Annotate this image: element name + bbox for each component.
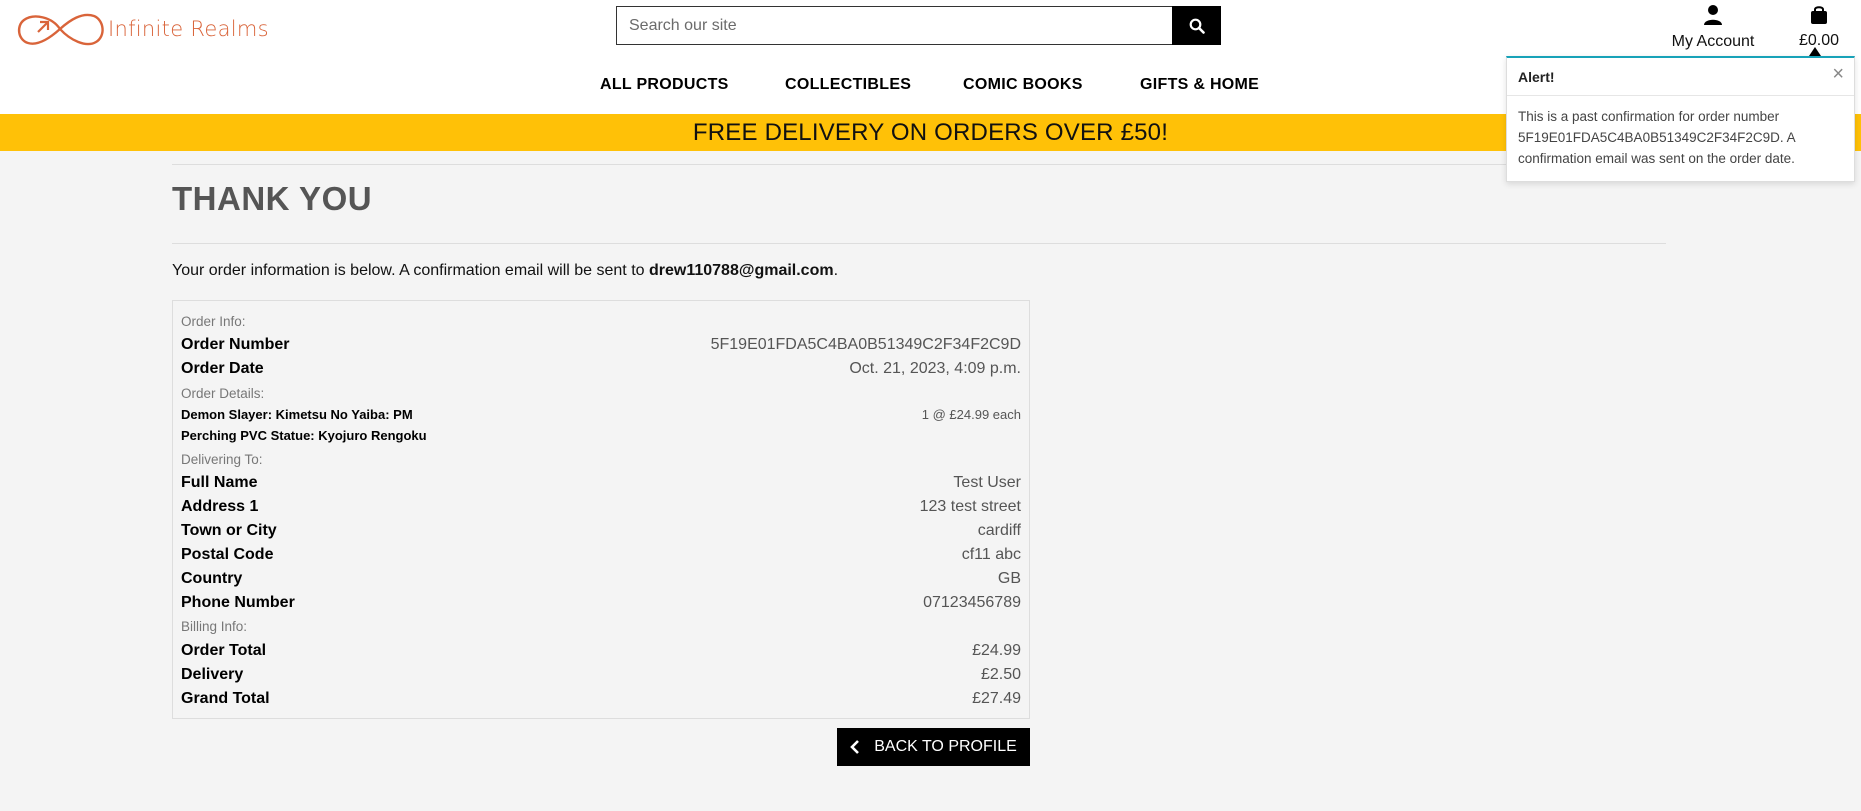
delivering-heading: Delivering To: (181, 452, 263, 467)
divider (172, 164, 1666, 165)
close-icon[interactable]: × (1832, 64, 1844, 84)
search-input[interactable] (616, 6, 1172, 45)
nav-collectibles[interactable]: COLLECTIBLES (785, 76, 911, 94)
order-item-name-line2: Perching PVC Statue: Kyojuro Rengoku (181, 428, 427, 443)
order-total-value: £24.99 (972, 642, 1021, 659)
country-value: GB (997, 570, 1021, 587)
alert-toast: Alert! × This is a past confirmation for… (1506, 56, 1855, 182)
delivery-banner-text: FREE DELIVERY ON ORDERS OVER £50! (692, 119, 1169, 146)
delivery-label: Delivery (181, 666, 244, 683)
search-form (616, 6, 1221, 45)
grand-total-row: Grand Total £27.49 (181, 690, 1021, 708)
shopping-bag-link[interactable]: £0.00 (1795, 2, 1843, 49)
billing-heading-row: Billing Info: (181, 619, 1021, 634)
order-summary-card: Order Info: Order Number 5F19E01FDA5C4BA… (172, 300, 1030, 719)
order-item-row: Demon Slayer: Kimetsu No Yaiba: PM 1 @ £… (181, 407, 1021, 422)
intro-suffix: . (833, 262, 839, 279)
divider (172, 243, 1666, 244)
order-date-label: Order Date (181, 360, 264, 377)
order-info-heading-row: Order Info: (181, 314, 1021, 329)
site-logo[interactable]: Infinite Realms (14, 8, 269, 50)
order-total-label: Order Total (181, 642, 267, 659)
order-item-row-cont: Perching PVC Statue: Kyojuro Rengoku (181, 428, 1021, 443)
order-item-quantity: 1 @ £24.99 each (921, 407, 1021, 422)
grand-total-label: Grand Total (181, 690, 270, 707)
delivery-value: £2.50 (980, 666, 1021, 683)
order-intro-text: Your order information is below. A confi… (172, 262, 838, 280)
order-details-heading-row: Order Details: (181, 386, 1021, 401)
order-date-row: Order Date Oct. 21, 2023, 4:09 p.m. (181, 360, 1021, 378)
billing-heading: Billing Info: (181, 619, 248, 634)
full-name-row: Full Name Test User (181, 474, 1021, 492)
user-icon (1704, 5, 1722, 25)
order-number-row: Order Number 5F19E01FDA5C4BA0B51349C2F34… (181, 336, 1021, 354)
order-details-heading: Order Details: (181, 386, 265, 401)
intro-prefix: Your order information is below. A confi… (172, 262, 649, 279)
postal-code-label: Postal Code (181, 546, 274, 563)
phone-value: 07123456789 (923, 594, 1021, 611)
phone-label: Phone Number (181, 594, 295, 611)
toast-title: Alert! (1518, 69, 1555, 85)
country-row: Country GB (181, 570, 1021, 588)
customer-email: drew110788@gmail.com (648, 262, 834, 279)
search-icon (1189, 18, 1205, 34)
delivering-heading-row: Delivering To: (181, 452, 1021, 467)
country-label: Country (181, 570, 243, 587)
address1-value: 123 test street (919, 498, 1021, 515)
grand-total-value: £27.49 (972, 690, 1021, 707)
town-value: cardiff (977, 522, 1021, 539)
full-name-value: Test User (953, 474, 1021, 491)
logo-text: Infinite Realms (108, 17, 269, 41)
order-info-heading: Order Info: (181, 314, 246, 329)
address1-label: Address 1 (181, 498, 259, 515)
nav-gifts-home[interactable]: GIFTS & HOME (1140, 76, 1259, 94)
toast-header: Alert! × (1507, 58, 1854, 96)
shopping-bag-icon (1811, 6, 1827, 24)
my-account-label: My Account (1671, 33, 1755, 50)
page-title: THANK YOU (172, 180, 373, 217)
nav-all-products[interactable]: ALL PRODUCTS (600, 76, 729, 94)
postal-code-value: cf11 abc (961, 546, 1021, 563)
back-to-profile-label: BACK TO PROFILE (874, 738, 1017, 755)
back-to-profile-button[interactable]: BACK TO PROFILE (837, 728, 1030, 766)
delivery-row: Delivery £2.50 (181, 666, 1021, 684)
postal-code-row: Postal Code cf11 abc (181, 546, 1021, 564)
my-account-link[interactable]: My Account (1668, 2, 1758, 50)
order-item-name-line1: Demon Slayer: Kimetsu No Yaiba: PM (181, 407, 413, 422)
toast-pointer (1809, 47, 1821, 56)
order-total-row: Order Total £24.99 (181, 642, 1021, 660)
search-button[interactable] (1172, 6, 1221, 45)
toast-message: This is a past confirmation for order nu… (1518, 109, 1795, 166)
chevron-left-icon (850, 740, 860, 754)
town-label: Town or City (181, 522, 277, 539)
town-row: Town or City cardiff (181, 522, 1021, 540)
order-number-label: Order Number (181, 336, 290, 353)
full-name-label: Full Name (181, 474, 258, 491)
nav-comic-books[interactable]: COMIC BOOKS (963, 76, 1083, 94)
address1-row: Address 1 123 test street (181, 498, 1021, 516)
infinity-logo-icon (17, 13, 104, 46)
order-number-value: 5F19E01FDA5C4BA0B51349C2F34F2C9D (710, 336, 1021, 353)
order-date-value: Oct. 21, 2023, 4:09 p.m. (849, 360, 1021, 377)
phone-row: Phone Number 07123456789 (181, 594, 1021, 612)
